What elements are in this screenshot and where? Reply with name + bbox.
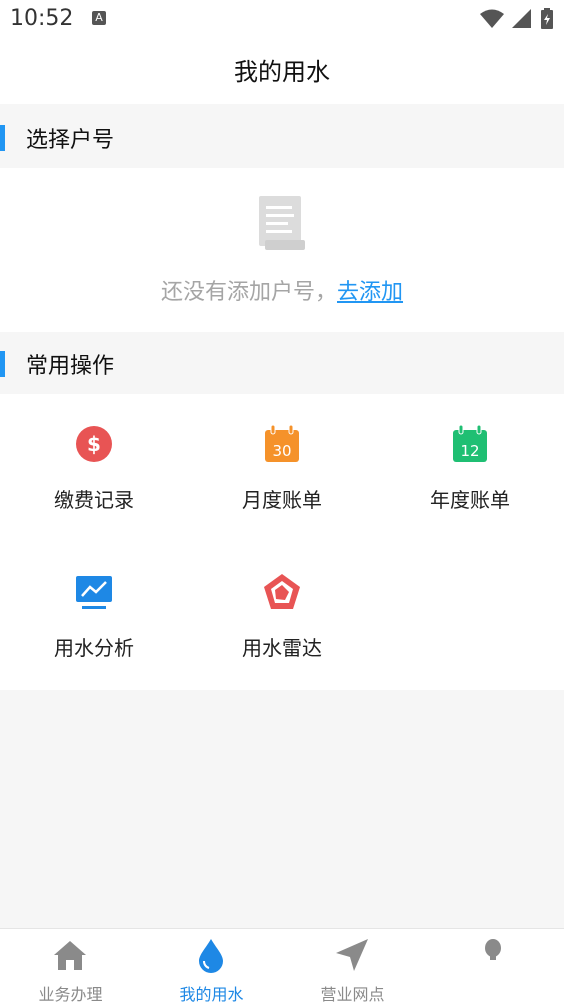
empty-account-message: 还没有添加户号，去添加	[0, 274, 564, 306]
calendar-12-text: 12	[460, 442, 479, 460]
tab-label: 业务办理	[38, 985, 103, 1004]
account-section-title: 选择户号	[26, 128, 115, 153]
ops-section-title: 常用操作	[26, 354, 115, 379]
status-time: 10:52	[10, 6, 74, 31]
bulb-icon	[485, 939, 501, 960]
battery-icon	[541, 8, 553, 29]
svg-text:$: $	[87, 432, 101, 456]
empty-document-icon	[259, 196, 305, 250]
dollar-circle-icon: $	[76, 426, 112, 462]
op-label: 缴费记录	[54, 488, 134, 512]
op-water-analysis[interactable]: 用水分析	[0, 542, 188, 692]
op-annual-bill[interactable]: 12 年度账单	[376, 394, 564, 544]
page-title: 我的用水	[234, 58, 330, 86]
chart-monitor-icon	[76, 576, 112, 609]
status-icons	[480, 8, 554, 30]
account-section-header: 选择户号	[0, 106, 564, 168]
calendar-30-text: 30	[272, 442, 291, 460]
ops-section-header: 常用操作	[0, 332, 564, 394]
signal-icon	[512, 9, 531, 28]
section-accent-bar	[0, 351, 5, 377]
tab-tips[interactable]	[423, 929, 564, 1005]
op-water-radar[interactable]: 用水雷达	[188, 542, 376, 692]
ops-grid: $ 缴费记录 30 月度账单 12 年度账单 用水分析 用水雷达	[0, 394, 564, 690]
op-label: 用水分析	[54, 636, 134, 660]
op-label: 月度账单	[242, 488, 322, 512]
tab-business[interactable]: 业务办理	[0, 929, 141, 1005]
bottom-tab-bar: 业务办理 我的用水 营业网点	[0, 928, 564, 1005]
home-icon	[54, 941, 86, 970]
radar-pentagon-icon	[264, 574, 300, 609]
wifi-icon	[480, 9, 504, 28]
status-bar: 10:52 A	[0, 0, 564, 40]
op-label: 年度账单	[430, 488, 510, 512]
section-accent-bar	[0, 125, 5, 151]
notification-a-icon: A	[92, 11, 106, 25]
calendar-12-icon: 12	[453, 424, 487, 462]
navigation-arrow-icon	[336, 939, 368, 971]
add-account-link[interactable]: 去添加	[337, 280, 403, 305]
op-payment-records[interactable]: $ 缴费记录	[0, 394, 188, 544]
tab-label: 我的用水	[179, 985, 244, 1004]
op-label: 用水雷达	[242, 636, 322, 660]
calendar-30-icon: 30	[265, 424, 299, 462]
op-monthly-bill[interactable]: 30 月度账单	[188, 394, 376, 544]
tab-service-outlets[interactable]: 营业网点	[282, 929, 423, 1005]
tab-my-water[interactable]: 我的用水	[141, 929, 282, 1005]
app-bar: 我的用水	[0, 40, 564, 104]
empty-account-text: 还没有添加户号，	[160, 280, 337, 305]
account-empty-panel: 还没有添加户号，去添加	[0, 168, 564, 332]
water-drop-icon	[199, 939, 223, 973]
tab-label: 营业网点	[320, 985, 385, 1004]
